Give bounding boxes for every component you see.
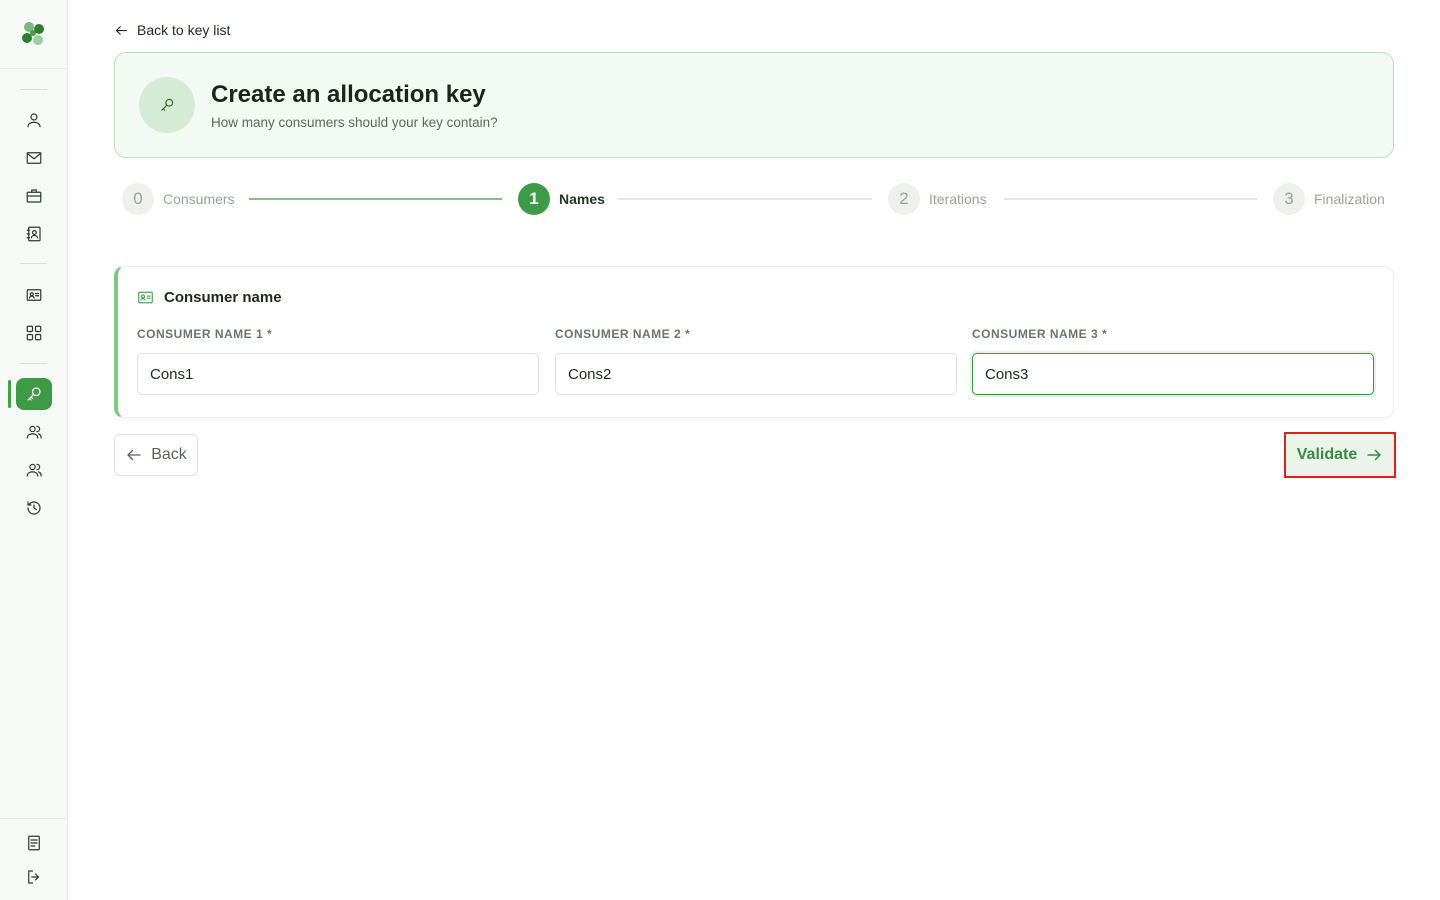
page-header-card: Create an allocation key How many consum… xyxy=(114,52,1394,158)
sidebar-divider xyxy=(20,363,47,364)
sidebar-item-contacts[interactable] xyxy=(20,220,48,248)
page-title: Create an allocation key xyxy=(211,81,486,108)
sidebar-item-grid[interactable] xyxy=(20,319,48,347)
step-label: Consumers xyxy=(163,191,235,207)
consumer-name-3-input[interactable] xyxy=(972,353,1374,395)
stepper-connector xyxy=(249,198,502,200)
contact-book-icon xyxy=(26,226,41,242)
sidebar-bottom-divider xyxy=(0,818,68,819)
field-label: CONSUMER NAME 1 * xyxy=(137,327,273,341)
consumer-name-card: Consumer name CONSUMER NAME 1 * CONSUMER… xyxy=(114,266,1394,418)
sidebar-divider xyxy=(20,89,47,90)
step-finalization[interactable]: 3 Finalization xyxy=(1273,182,1385,216)
grid-icon xyxy=(26,325,42,341)
id-card-icon xyxy=(26,289,42,301)
page-subtitle: How many consumers should your key conta… xyxy=(211,115,498,130)
sidebar-item-keys[interactable] xyxy=(16,378,52,410)
sidebar-item-users[interactable] xyxy=(20,418,48,446)
id-card-icon xyxy=(138,291,153,304)
sidebar-top-divider xyxy=(0,68,68,69)
user-icon xyxy=(27,113,41,128)
sidebar-item-briefcase[interactable] xyxy=(20,182,48,210)
back-button[interactable]: Back xyxy=(114,434,198,476)
sidebar-item-mail[interactable] xyxy=(20,144,48,172)
header-icon-circle xyxy=(139,77,195,133)
sidebar-item-history[interactable] xyxy=(20,494,48,522)
consumer-name-1-input[interactable] xyxy=(137,353,539,395)
sidebar xyxy=(0,0,68,900)
key-icon xyxy=(161,98,174,111)
field-label: CONSUMER NAME 3 * xyxy=(972,327,1108,341)
sidebar-item-documents[interactable] xyxy=(20,829,48,857)
back-to-key-list-link[interactable]: Back to key list xyxy=(114,20,230,40)
section-title-label: Consumer name xyxy=(164,289,282,306)
sidebar-item-logout[interactable] xyxy=(20,863,48,891)
sidebar-item-user[interactable] xyxy=(20,106,48,134)
key-icon xyxy=(27,387,41,401)
step-iterations[interactable]: 2 Iterations xyxy=(888,182,987,216)
stepper: 0 Consumers 1 Names 2 Iterations 3 Final… xyxy=(114,182,1394,216)
document-icon xyxy=(28,835,40,851)
consumer-name-2-input[interactable] xyxy=(555,353,957,395)
step-label: Finalization xyxy=(1314,191,1385,207)
step-names[interactable]: 1 Names xyxy=(518,182,605,216)
step-consumers[interactable]: 0 Consumers xyxy=(122,182,235,216)
sidebar-item-id-card[interactable] xyxy=(20,281,48,309)
step-number: 2 xyxy=(888,183,920,215)
step-label: Iterations xyxy=(929,191,987,207)
consumer-name-2-field: CONSUMER NAME 2 * xyxy=(555,327,957,395)
sidebar-item-users-alt[interactable] xyxy=(20,456,48,484)
history-icon xyxy=(27,501,41,515)
field-label: CONSUMER NAME 2 * xyxy=(555,327,691,341)
step-number: 0 xyxy=(122,183,154,215)
stepper-connector xyxy=(1004,198,1257,200)
consumer-name-3-field: CONSUMER NAME 3 * xyxy=(972,327,1374,395)
back-button-label: Back xyxy=(151,446,187,463)
validate-button-label: Validate xyxy=(1296,446,1358,463)
sidebar-divider xyxy=(20,263,47,264)
arrow-right-icon xyxy=(1367,449,1381,461)
sidebar-active-indicator xyxy=(8,380,11,408)
users-alt-icon xyxy=(26,463,42,477)
step-label: Names xyxy=(559,191,605,207)
arrow-left-icon xyxy=(127,449,141,461)
arrow-left-icon xyxy=(115,25,128,35)
stepper-connector xyxy=(618,198,872,200)
step-number: 3 xyxy=(1273,183,1305,215)
clover-logo[interactable] xyxy=(18,18,50,50)
back-link-label: Back to key list xyxy=(137,22,231,38)
briefcase-icon xyxy=(26,189,42,203)
logout-icon xyxy=(28,870,40,884)
users-icon xyxy=(26,425,42,439)
step-number: 1 xyxy=(518,183,550,215)
mail-icon xyxy=(26,152,42,164)
section-title: Consumer name xyxy=(137,289,282,306)
consumer-name-1-field: CONSUMER NAME 1 * xyxy=(137,327,539,395)
validate-button[interactable]: Validate xyxy=(1284,432,1396,478)
